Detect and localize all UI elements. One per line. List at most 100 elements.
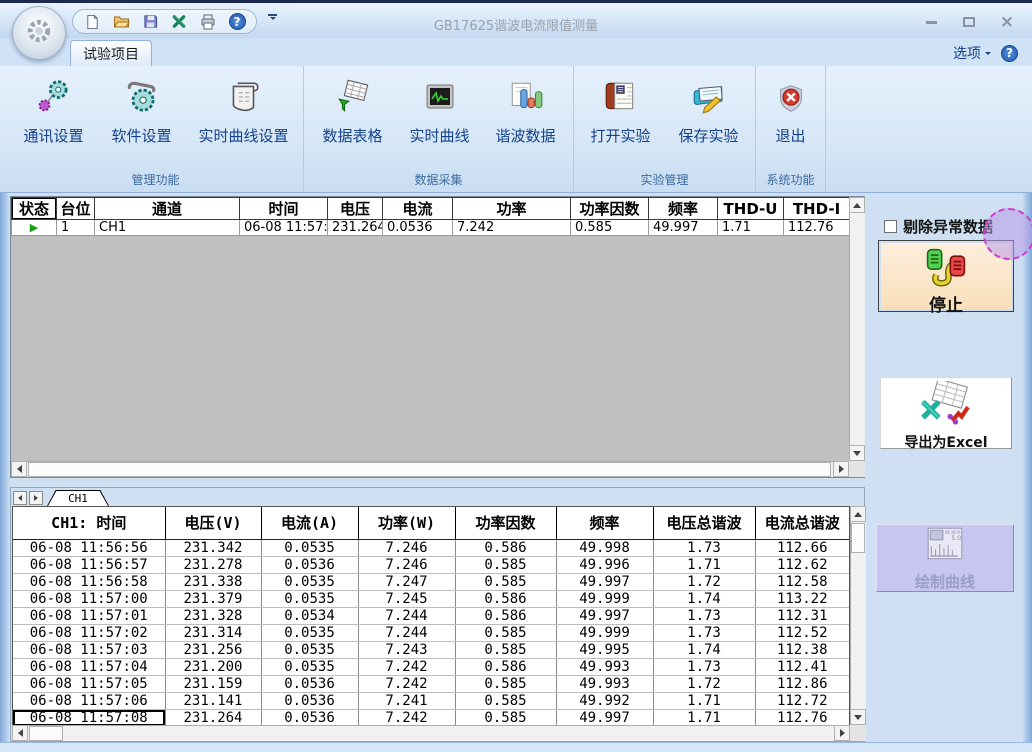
options-dropdown[interactable]: 选项	[953, 43, 991, 63]
table-cell: 231.200	[165, 658, 261, 675]
sheet-prev-button[interactable]	[13, 491, 27, 505]
column-header[interactable]: CH1: 时间	[13, 507, 165, 539]
scroll-left-button[interactable]	[12, 725, 28, 741]
new-document-icon[interactable]	[83, 13, 101, 31]
window-bottom-strip	[0, 742, 1032, 752]
table-row[interactable]: ▶1CH106-08 11:57:08231.2640.05367.2420.5…	[12, 220, 850, 236]
print-icon[interactable]	[199, 13, 217, 31]
realtime-curve-settings-button[interactable]: 实时曲线设置	[186, 74, 302, 146]
table-cell: 06-08 11:57:06	[13, 692, 165, 709]
table-row[interactable]: 06-08 11:56:58231.3380.05357.2470.58549.…	[13, 573, 849, 590]
table-cell: 49.992	[556, 692, 653, 709]
sheet-next-button[interactable]	[29, 491, 43, 505]
table-cell: 0.585	[455, 624, 556, 641]
column-header[interactable]: 频率	[556, 507, 653, 539]
export-excel-button[interactable]: 导出为Excel	[880, 377, 1012, 449]
scrollbar-thumb[interactable]	[28, 462, 831, 477]
column-header[interactable]: 电流总谐波	[755, 507, 849, 539]
scroll-up-button[interactable]	[849, 197, 865, 213]
application-menu-button[interactable]	[12, 6, 66, 60]
wrench-gear-icon	[123, 76, 161, 116]
help-icon[interactable]: ?	[1001, 45, 1018, 62]
upper-vertical-scrollbar[interactable]	[849, 197, 865, 461]
column-header[interactable]: 频率	[649, 198, 718, 220]
realtime-curve-button[interactable]: 实时曲线	[397, 74, 483, 146]
table-cell: 0.0534	[261, 607, 358, 624]
column-header[interactable]: 电压(V)	[165, 507, 261, 539]
table-cell: 7.246	[358, 556, 455, 573]
table-row[interactable]: 06-08 11:56:56231.3420.05357.2460.58649.…	[13, 539, 849, 556]
ribbon: 通讯设置 软件设置 实时曲线设置 管理功能 数据表格	[0, 66, 1032, 193]
scroll-down-button[interactable]	[849, 445, 865, 461]
scroll-right-button[interactable]	[834, 725, 850, 741]
column-header[interactable]: THD-I	[784, 198, 850, 220]
sheet-tab-ch1[interactable]: CH1	[47, 490, 109, 506]
data-table-button[interactable]: 数据表格	[309, 74, 397, 146]
open-folder-icon[interactable]	[112, 13, 130, 31]
table-row[interactable]: 06-08 11:57:02231.3140.05357.2440.58549.…	[13, 624, 849, 641]
column-header[interactable]: 通道	[95, 198, 240, 220]
lower-horizontal-scrollbar[interactable]	[12, 725, 850, 741]
table-row[interactable]: 06-08 11:57:06231.1410.05367.2410.58549.…	[13, 692, 849, 709]
column-header[interactable]: 功率因数	[571, 198, 649, 220]
column-header[interactable]: 时间	[240, 198, 328, 220]
table-row[interactable]: 06-08 11:57:00231.3790.05357.2450.58649.…	[13, 590, 849, 607]
tab-test-project[interactable]: 试验项目	[70, 40, 152, 66]
minimize-button[interactable]	[918, 13, 944, 31]
scroll-up-button[interactable]	[850, 506, 866, 522]
table-cell: 7.247	[358, 573, 455, 590]
scrollbar-corner	[850, 725, 866, 741]
excel-icon[interactable]	[170, 13, 188, 31]
svg-text:5.0: 5.0	[951, 534, 961, 541]
scrollbar-thumb[interactable]	[851, 523, 865, 553]
scroll-down-button[interactable]	[850, 709, 866, 725]
table-cell: 231.278	[165, 556, 261, 573]
column-header[interactable]: THD-U	[718, 198, 784, 220]
table-row[interactable]: 06-08 11:56:57231.2780.05367.2460.58549.…	[13, 556, 849, 573]
table-row[interactable]: 06-08 11:57:01231.3280.05347.2440.58649.…	[13, 607, 849, 624]
column-header[interactable]: 功率	[453, 198, 571, 220]
column-header[interactable]: 功率(W)	[358, 507, 455, 539]
column-header[interactable]: 台位	[57, 198, 95, 220]
save-icon[interactable]	[141, 13, 159, 31]
scroll-left-button[interactable]	[11, 461, 27, 477]
column-header[interactable]: 功率因数	[455, 507, 556, 539]
arrow-right-icon	[34, 495, 38, 501]
upper-horizontal-scrollbar[interactable]	[11, 461, 849, 477]
column-header[interactable]: 电压总谐波	[653, 507, 755, 539]
column-header[interactable]: 电压	[328, 198, 383, 220]
maximize-button[interactable]	[956, 13, 982, 31]
draw-curve-button[interactable]: 5.0 绘制曲线	[876, 524, 1014, 592]
lower-table-wrap: CH1: 时间电压(V)电流(A)功率(W)功率因数频率电压总谐波电流总谐波 0…	[12, 506, 850, 725]
close-icon: ×	[1000, 14, 1014, 31]
table-cell: CH1	[95, 220, 240, 236]
scroll-right-button[interactable]	[833, 461, 849, 477]
customize-qat-icon[interactable]	[268, 14, 277, 20]
exclude-abnormal-data-option[interactable]: 剔除异常数据	[884, 216, 993, 237]
ribbon-tab-bar: 试验项目 选项 ?	[0, 38, 1032, 66]
table-cell: 06-08 11:57:01	[13, 607, 165, 624]
table-cell: 06-08 11:56:57	[13, 556, 165, 573]
table-row[interactable]: 06-08 11:57:08231.2640.05367.2420.58549.…	[13, 709, 849, 726]
exclude-abnormal-checkbox[interactable]	[884, 220, 897, 233]
table-cell: 0.0536	[261, 675, 358, 692]
column-header[interactable]: 状态	[12, 198, 57, 220]
table-row[interactable]: 06-08 11:57:03231.2560.05357.2430.58549.…	[13, 641, 849, 658]
exit-button[interactable]: 退出	[761, 74, 821, 146]
scrollbar-thumb[interactable]	[29, 726, 63, 741]
table-row[interactable]: 06-08 11:57:04231.2000.05357.2420.58649.…	[13, 658, 849, 675]
column-header[interactable]: 电流(A)	[261, 507, 358, 539]
harmonic-data-button[interactable]: 谐波数据	[483, 74, 569, 146]
save-experiment-button[interactable]: 保存实验	[665, 74, 753, 146]
help-icon[interactable]: ?	[228, 13, 246, 31]
lower-vertical-scrollbar[interactable]	[850, 506, 866, 725]
software-settings-button[interactable]: 软件设置	[98, 74, 186, 146]
close-button[interactable]: ×	[994, 13, 1020, 31]
scrollbar-corner	[849, 461, 865, 477]
column-header[interactable]: 电流	[383, 198, 453, 220]
table-row[interactable]: 06-08 11:57:05231.1590.05367.2420.58549.…	[13, 675, 849, 692]
open-experiment-button[interactable]: 打开实验	[577, 74, 665, 146]
scroll-settings-icon	[225, 76, 263, 116]
comm-settings-button[interactable]: 通讯设置	[10, 74, 98, 146]
table-cell: 49.993	[556, 658, 653, 675]
